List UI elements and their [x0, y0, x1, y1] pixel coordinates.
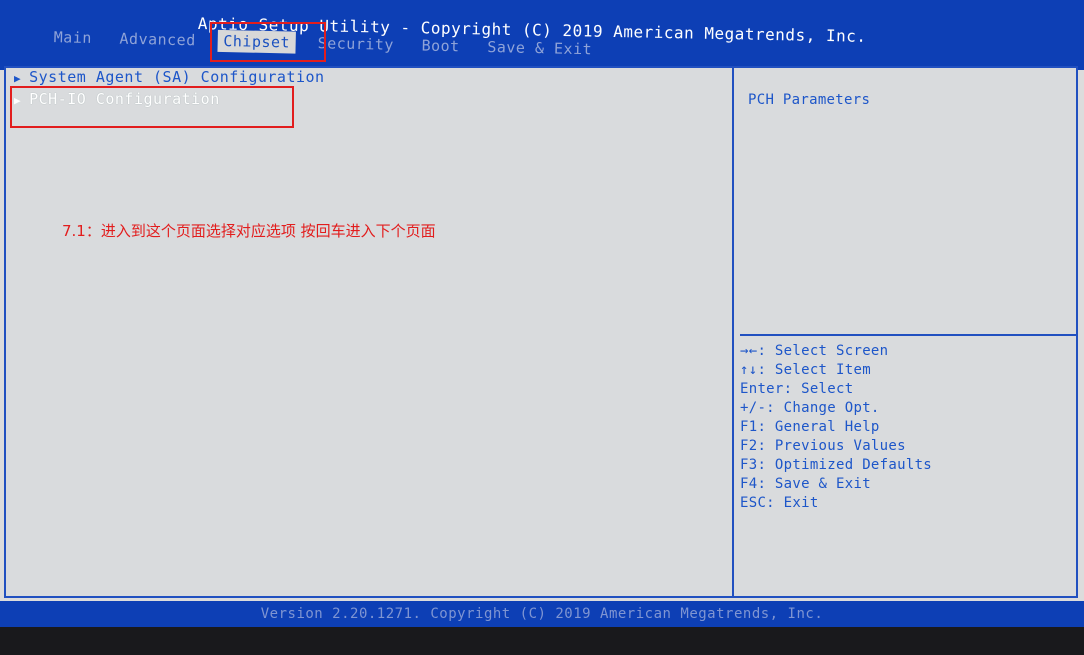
- key-legend: →←: Select Screen ↑↓: Select Item Enter:…: [740, 342, 932, 513]
- title-bar: Aptio Setup Utility - Copyright (C) 2019…: [0, 0, 1084, 70]
- menu-item-system-agent[interactable]: ▶ System Agent (SA) Configuration: [14, 68, 325, 86]
- version-footer: Version 2.20.1271. Copyright (C) 2019 Am…: [0, 601, 1084, 627]
- key-hint: F3: Optimized Defaults: [740, 457, 933, 473]
- monitor-bezel: [0, 627, 1084, 655]
- annotation-text: 7.1：进入到这个页面选择对应选项 按回车进入下个页面: [62, 222, 436, 240]
- menu-item-label: System Agent (SA) Configuration: [29, 68, 325, 86]
- tab-advanced[interactable]: Advanced: [113, 27, 202, 51]
- key-hint: F4: Save & Exit: [740, 476, 871, 492]
- key-hint: ESC: Exit: [740, 495, 819, 511]
- main-content: ▶ System Agent (SA) Configuration ▶ PCH-IO…: [4, 66, 1078, 598]
- chipset-highlight-box: [210, 22, 326, 62]
- help-divider: [740, 334, 1078, 336]
- help-description: PCH Parameters: [748, 92, 871, 108]
- tab-save-exit[interactable]: Save & Exit: [481, 36, 598, 61]
- menu-panel: ▶ System Agent (SA) Configuration ▶ PCH-IO…: [6, 68, 734, 596]
- tab-boot[interactable]: Boot: [415, 34, 466, 57]
- key-hint: →←: Select Screen: [740, 343, 889, 359]
- key-hint: Enter: Select: [740, 381, 854, 397]
- key-hint: F1: General Help: [740, 419, 880, 435]
- bios-screen: Aptio Setup Utility - Copyright (C) 2019…: [0, 0, 1084, 655]
- help-panel: PCH Parameters →←: Select Screen ↑↓: Sel…: [734, 68, 1078, 596]
- key-hint: ↑↓: Select Item: [740, 362, 871, 378]
- tab-main[interactable]: Main: [48, 26, 99, 49]
- key-hint: F2: Previous Values: [740, 438, 906, 454]
- key-hint: +/-: Change Opt.: [740, 400, 880, 416]
- selection-highlight-box: [10, 86, 294, 128]
- submenu-arrow-icon: ▶: [14, 72, 22, 85]
